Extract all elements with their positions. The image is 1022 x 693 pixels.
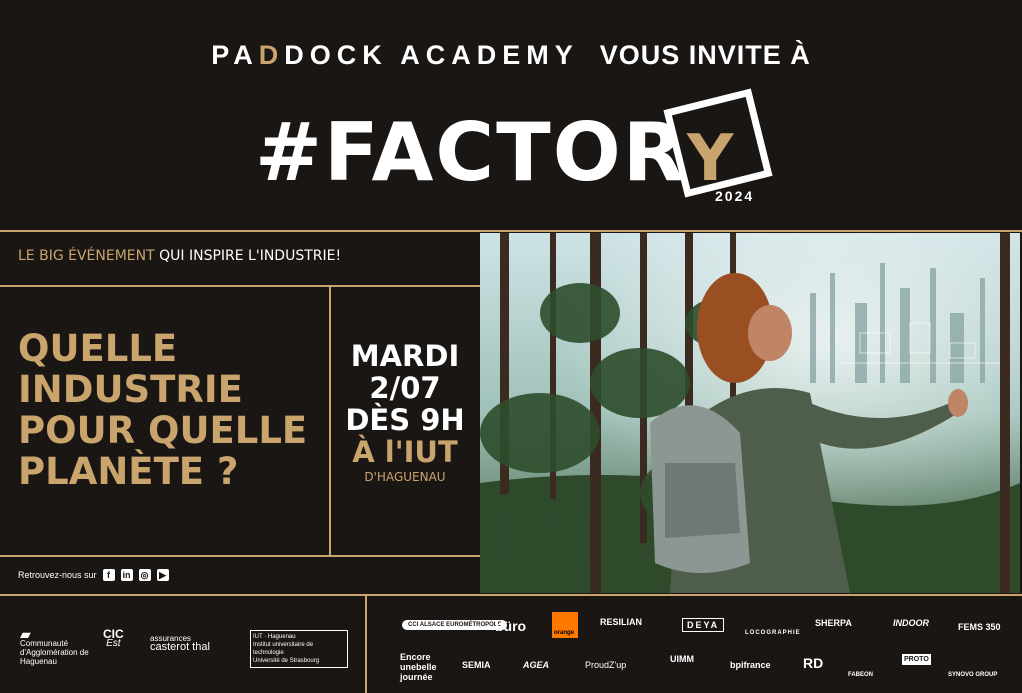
sponsor-deya: DEYA — [682, 618, 725, 632]
tagline-highlight: LE BIG ÉVÉNEMENT — [18, 248, 155, 264]
sponsor-fabeon: FABEON — [848, 672, 874, 678]
question-line: PLANÈTE ? — [18, 450, 239, 493]
academy-rest: DOCK ACADEMY — [284, 40, 579, 70]
invite-text: VOUS INVITE À — [599, 40, 811, 70]
headline-question: QUELLE INDUSTRIE POUR QUELLE PLANÈTE ? — [18, 328, 307, 492]
event-details: MARDI 2/07 DÈS 9H À l'IUT D'HAGUENAU — [330, 340, 480, 484]
sponsor-resilian: RESILIAN — [600, 617, 643, 627]
question-line: POUR QUELLE — [18, 409, 308, 452]
iut-text: IUT · Haguenau — [253, 634, 296, 640]
sponsor-proto: PROTO — [902, 654, 931, 665]
factory-hash: #FACTOR — [255, 106, 687, 199]
sponsor-rd: RD — [803, 655, 824, 671]
assurances-logo: assurances casterot thal — [150, 634, 210, 653]
divider — [0, 285, 480, 287]
hero-image — [480, 233, 1020, 593]
encore-text: Encore — [400, 652, 431, 662]
tagline-rest: QUI INSPIRE L'INDUSTRIE! — [159, 248, 342, 264]
invitation-line: PADDOCK ACADEMY VOUS INVITE À — [0, 40, 1022, 71]
event-time: DÈS 9H — [345, 403, 465, 437]
iut-logo: IUT · Haguenau Institut universitaire de… — [250, 630, 348, 668]
sponsor-proudzup: ProudZ'up — [585, 660, 627, 670]
sponsor-cci: CCI ALSACE EUROMÉTROPOLE — [402, 620, 508, 630]
iut-text: Université de Strasbourg — [253, 658, 320, 664]
facebook-icon[interactable]: f — [102, 569, 115, 581]
sponsor-synovo: SYNOVO GROUP — [948, 672, 998, 678]
divider — [0, 594, 1022, 596]
sponsor-buro: büro — [495, 618, 527, 634]
header: PADDOCK ACADEMY VOUS INVITE À #FACTOR Y … — [0, 0, 1022, 230]
sponsor-indoor: INDOOR — [893, 618, 929, 628]
question-line: INDUSTRIE — [18, 368, 243, 411]
divider — [0, 230, 1022, 232]
forest-illustration — [480, 233, 1020, 593]
instagram-icon[interactable]: ◎ — [138, 569, 151, 581]
event-place: À l'IUT — [352, 435, 458, 469]
sponsor-fems: FEMS 350 — [958, 622, 1001, 632]
sponsor-locographie: LOCOGRAPHIE — [745, 630, 801, 636]
academy-prefix: PA — [211, 40, 259, 70]
encore-text: unebelle — [400, 662, 437, 672]
agglo-logo: ▰ Communauté d'Agglomération de Haguenau — [20, 626, 90, 666]
academy-d: D — [258, 40, 285, 70]
encore-text: journée — [400, 672, 433, 682]
divider — [365, 596, 367, 693]
youtube-icon[interactable]: ▶ — [156, 569, 169, 581]
sponsor-uimm: UIMM — [670, 654, 694, 664]
sponsor-bpifrance: bpifrance — [730, 660, 771, 670]
divider — [0, 555, 480, 557]
social-label: Retrouvez-nous sur — [18, 570, 97, 580]
cic-est-text: Est — [106, 638, 121, 649]
factory-year: 2024 — [715, 188, 755, 204]
event-city: D'HAGUENAU — [364, 470, 446, 484]
casterot-text: casterot thal — [150, 641, 210, 653]
agglo-mark-icon: ▰ — [20, 626, 31, 642]
factory-logo: #FACTOR Y 2024 — [255, 88, 775, 212]
iut-text: Institut universitaire de technologie — [253, 642, 314, 656]
sponsor-agea: AGEA — [523, 660, 550, 670]
tagline: LE BIG ÉVÉNEMENT QUI INSPIRE L'INDUSTRIE… — [18, 248, 341, 264]
event-day: MARDI — [350, 339, 460, 373]
factory-y: Y — [687, 122, 734, 196]
agglo-text: Communauté d'Agglomération de Haguenau — [20, 639, 89, 666]
sponsor-semia: SEMIA — [462, 660, 491, 670]
linkedin-icon[interactable]: in — [120, 569, 133, 581]
event-date: 2/07 — [369, 371, 441, 405]
sponsor-sherpa: SHERPA — [815, 618, 852, 628]
sponsor-encore: Encore unebelle journée — [400, 652, 437, 682]
question-line: QUELLE — [18, 327, 178, 370]
cic-logo: CIC Est — [103, 628, 124, 649]
social-links: Retrouvez-nous sur f in ◎ ▶ — [18, 569, 169, 581]
sponsor-orange: orange — [552, 612, 578, 638]
